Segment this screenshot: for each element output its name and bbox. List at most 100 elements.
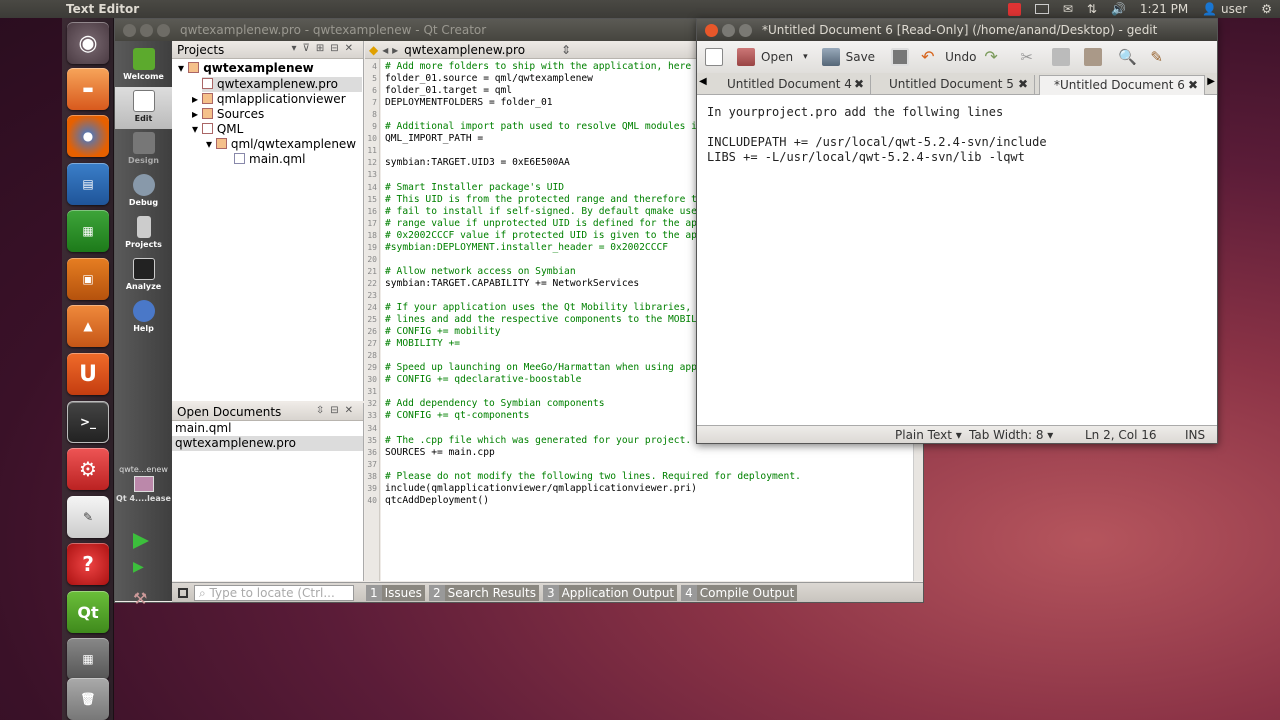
home-folder-icon[interactable]: ▬ (67, 68, 109, 110)
close-tab-icon[interactable]: ✖ (1188, 76, 1198, 94)
close-icon[interactable] (123, 23, 136, 37)
scroll-right-icon[interactable]: ▶ (1207, 76, 1215, 87)
mode-debug[interactable]: Debug (115, 171, 172, 213)
output-tab-issues[interactable]: 1 Issues (366, 584, 425, 601)
paste-button[interactable] (1084, 48, 1108, 66)
output-tab-search-results[interactable]: 2 Search Results (428, 584, 539, 601)
redo-button[interactable]: ↷ (984, 48, 1008, 66)
gedit-tabs: ◀ Untitled Document 4 ✖ Untitled Document… (697, 73, 1217, 95)
code-line: # lines and add the respective component… (385, 314, 697, 326)
tree-qml[interactable]: ▾ QML (192, 122, 243, 137)
open-doc-item[interactable]: main.qml (172, 421, 363, 436)
ubuntu-logo-icon[interactable]: ◉ (67, 22, 109, 64)
user-menu[interactable]: 👤 user (1202, 2, 1247, 16)
output-tab-application-output[interactable]: 3 Application Output (542, 584, 678, 601)
minimize-icon[interactable] (722, 23, 735, 37)
language-selector[interactable]: Plain Text ▾ (895, 428, 962, 442)
save-button[interactable]: Save (821, 48, 875, 66)
panel-header-icons[interactable]: ⇳⊟✕ (316, 405, 359, 416)
chevron-down-icon[interactable]: ▾ (803, 52, 808, 62)
mode-analyze[interactable]: Analyze (115, 255, 172, 297)
mode-edit[interactable]: Edit (115, 87, 172, 129)
diamond-icon: ◆ (369, 42, 379, 57)
terminal-icon[interactable]: >_ (67, 401, 109, 443)
output-tab-compile-output[interactable]: 4 Compile Output (681, 584, 798, 601)
close-tab-icon[interactable]: ✖ (1018, 75, 1028, 93)
tree-qml-folder[interactable]: ▾ qml/qwtexamplenew (206, 137, 356, 152)
impress-icon[interactable]: ▣ (67, 258, 109, 300)
code-line: qtcAddDeployment() (385, 494, 489, 506)
mode-design[interactable]: Design (115, 129, 172, 171)
mode-welcome[interactable]: Welcome (115, 45, 172, 87)
panel-header-icons[interactable]: ▾⊽⊞⊟✕ (292, 43, 359, 54)
tree-main-qml[interactable]: main.qml (234, 152, 305, 167)
close-tab-icon[interactable]: ✖ (854, 75, 864, 93)
qt-creator-icon[interactable]: Qt (67, 591, 109, 633)
writer-icon[interactable]: ▤ (67, 163, 109, 205)
debug-run-button[interactable]: ▶ (133, 559, 149, 575)
tree-pro-file[interactable]: qwtexamplenew.pro (202, 77, 362, 92)
gear-icon[interactable]: ⚙ (1261, 2, 1272, 16)
run-button[interactable] (133, 533, 149, 549)
code-line: # range value if unprotected UID is defi… (385, 217, 697, 229)
open-doc-item[interactable]: qwtexamplenew.pro (172, 436, 363, 451)
firefox-icon[interactable]: ● (67, 115, 109, 157)
scroll-left-icon[interactable]: ◀ (699, 76, 707, 87)
calc-icon[interactable]: ▦ (67, 210, 109, 252)
trash-icon[interactable]: 🗑 (67, 678, 109, 720)
tree-qmlapplicationviewer[interactable]: ▸ qmlapplicationviewer (192, 92, 346, 107)
maximize-icon[interactable] (157, 23, 170, 37)
build-hammer-icon[interactable]: ⚒ (133, 589, 147, 608)
code-line: # CONFIG += qt-components (385, 410, 530, 422)
tree-sources[interactable]: ▸ Sources (192, 107, 264, 122)
output-tab-number: 4 (681, 584, 697, 601)
kit-selector[interactable]: qwte...enew Qt 4....lease (115, 465, 172, 503)
copy-button[interactable] (1052, 48, 1076, 66)
chevron-down-icon[interactable]: ⇕ (561, 43, 571, 57)
editor-file-name[interactable]: qwtexamplenew.pro (404, 43, 525, 57)
tab-document-5[interactable]: Untitled Document 5 ✖ (875, 75, 1035, 95)
tree-label: qwtexamplenew.pro (217, 77, 338, 91)
network-icon[interactable]: ⇅ (1087, 2, 1097, 16)
keyboard-icon[interactable] (1034, 4, 1049, 14)
nav-arrows[interactable]: ◂ ▸ (382, 43, 398, 57)
line-number: 16 (367, 206, 377, 216)
software-center-icon[interactable]: ▲ (67, 305, 109, 347)
mode-help[interactable]: Help (115, 297, 172, 339)
toggle-sidebar-icon[interactable] (178, 587, 188, 598)
indicator-icon[interactable] (1007, 2, 1021, 16)
code-line: # Please do not modify the following two… (385, 470, 801, 482)
pro-file-icon (202, 78, 213, 89)
volume-icon[interactable]: 🔊 (1111, 2, 1126, 16)
locator-input[interactable]: ⌕ Type to locate (Ctrl... (194, 584, 354, 601)
tab-document-6[interactable]: *Untitled Document 6 ✖ (1039, 75, 1205, 95)
open-button[interactable]: Open ▾ (737, 48, 808, 66)
line-number: 35 (367, 435, 377, 445)
text-editor-icon[interactable]: ✎ (67, 496, 109, 538)
help-icon[interactable]: ? (67, 543, 109, 585)
tab-width-selector[interactable]: Tab Width: 8 ▾ (969, 428, 1053, 442)
minimize-icon[interactable] (140, 23, 153, 37)
find-button[interactable]: 🔍 (1118, 48, 1142, 66)
clock[interactable]: 1:21 PM (1140, 2, 1188, 16)
mail-icon[interactable]: ✉ (1063, 2, 1073, 16)
output-tab-label: Application Output (558, 584, 678, 601)
undo-button[interactable]: ↶ Undo (921, 48, 976, 66)
ubuntu-one-icon[interactable]: U (67, 353, 109, 395)
line-number: 17 (367, 218, 377, 228)
close-icon[interactable] (705, 23, 718, 37)
replace-button[interactable]: ✎ (1150, 48, 1174, 66)
mode-projects[interactable]: Projects (115, 213, 172, 255)
system-settings-icon[interactable]: ⚙ (67, 448, 109, 490)
tab-document-4[interactable]: Untitled Document 4 ✖ (713, 75, 871, 95)
line-number: 24 (367, 303, 377, 312)
cursor-position: Ln 2, Col 16 (1085, 428, 1157, 442)
maximize-icon[interactable] (739, 23, 752, 37)
output-tab-number: 1 (366, 584, 382, 601)
new-button[interactable] (705, 48, 729, 66)
cut-button[interactable]: ✂ (1020, 48, 1044, 66)
print-button[interactable] (891, 48, 915, 66)
workspace-switcher-icon[interactable]: ▦ (67, 638, 109, 680)
gedit-text-area[interactable]: In yourproject.pro add the follwing line… (697, 95, 1217, 425)
tree-project-root[interactable]: ▾ qwtexamplenew (178, 61, 314, 76)
